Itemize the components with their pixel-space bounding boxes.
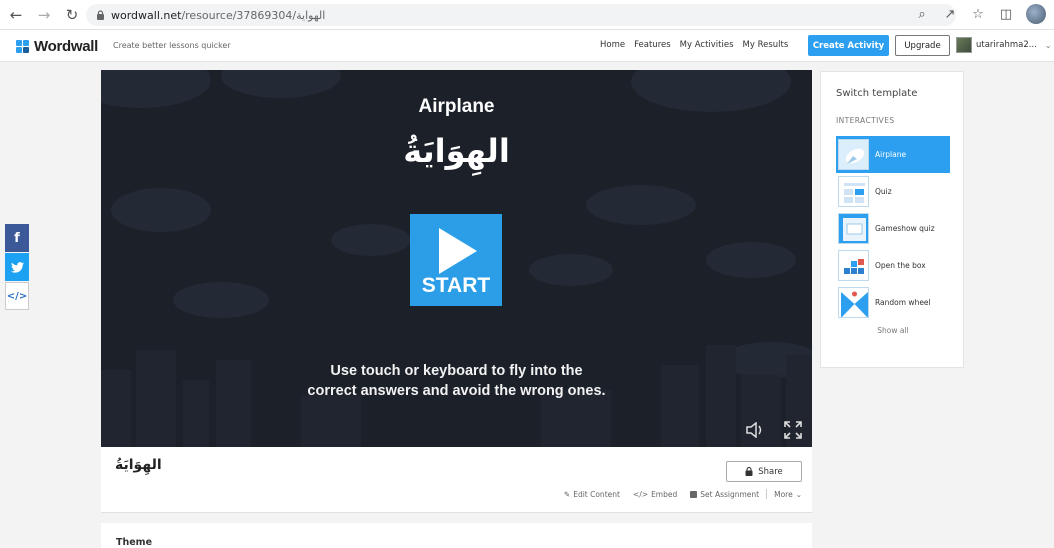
activity-actions: ✎ Edit Content </> Embed Set Assignment Mo… (564, 489, 802, 499)
start-label: START (421, 274, 491, 297)
theme-section: Theme (101, 523, 812, 548)
url-host: wordwall.net (111, 8, 182, 22)
twitter-share-button[interactable]: t (5, 253, 29, 281)
zoom-icon[interactable]: ⌕ (914, 6, 930, 22)
username: utarirahma2... (976, 40, 1037, 50)
main-nav: Home Features My Activities My Results (600, 40, 788, 50)
share-page-icon[interactable]: ↗ (942, 6, 958, 22)
upgrade-button[interactable]: Upgrade (895, 35, 950, 56)
theme-heading: Theme (116, 537, 153, 548)
template-label: Open the box (875, 261, 926, 270)
side-panel-icon[interactable]: ◫ (998, 6, 1014, 22)
activity-name: الهِوَايَةُ (115, 457, 162, 473)
facebook-share-button[interactable]: f (5, 224, 29, 252)
instruction-line-1: Use touch or keyboard to fly into the (330, 363, 583, 379)
edit-content-link[interactable]: ✎ Edit Content (564, 490, 620, 499)
nav-home[interactable]: Home (600, 40, 625, 50)
template-label: Random wheel (875, 298, 931, 307)
game-instruction: Use touch or keyboard to fly into the co… (101, 361, 812, 401)
site-header: Wordwall Create better lessons quicker H… (0, 30, 1054, 62)
embed-link[interactable]: </> Embed (633, 490, 677, 499)
user-menu[interactable]: utarirahma2... ⌄ (956, 37, 1052, 53)
chevron-down-icon: ⌄ (795, 489, 802, 499)
url-path: /resource/37869304/الهواية (181, 8, 326, 22)
share-label: Share (758, 466, 783, 477)
game-player[interactable]: Airplane الهِوَايَةُ START Use touch or … (101, 70, 812, 447)
game-title: Airplane (418, 96, 495, 117)
quiz-template-icon (838, 176, 869, 207)
tagline: Create better lessons quicker (113, 41, 231, 50)
pencil-icon: ✎ (563, 489, 571, 499)
back-arrow-icon[interactable]: ← (4, 3, 28, 27)
gameshow-template-icon (838, 213, 869, 244)
edit-content-label: Edit Content (573, 489, 620, 499)
switch-template-panel: Switch template INTERACTIVES Airplane Qu… (820, 71, 964, 368)
browser-toolbar: ← → ↻ wordwall.net/resource/37869304/اله… (0, 0, 1054, 30)
activity-info-bar: الهِوَايَةُ Share ✎ Edit Content </> Embed… (101, 447, 812, 513)
more-menu[interactable]: More ⌄ (774, 490, 802, 499)
wordwall-logo[interactable]: Wordwall (16, 38, 98, 55)
forward-arrow-icon[interactable]: → (32, 3, 56, 27)
more-label: More (774, 489, 793, 499)
template-gameshow-quiz[interactable]: Gameshow quiz (836, 210, 950, 247)
panel-subtitle: INTERACTIVES (836, 116, 895, 125)
template-random-wheel[interactable]: Random wheel (836, 284, 950, 321)
play-icon (439, 228, 477, 274)
game-arabic-title: الهِوَايَةُ (403, 132, 510, 170)
code-icon: </> (6, 290, 28, 302)
nav-features[interactable]: Features (634, 40, 671, 50)
share-button[interactable]: Share (726, 461, 802, 482)
set-assignment-label: Set Assignment (700, 489, 760, 499)
bookmark-star-icon[interactable]: ☆ (970, 6, 986, 22)
nav-my-results[interactable]: My Results (743, 40, 789, 50)
panel-title: Switch template (836, 88, 918, 99)
template-open-the-box[interactable]: Open the box (836, 247, 950, 284)
template-label: Quiz (875, 187, 892, 196)
lock-icon (97, 10, 104, 20)
browser-profile-avatar[interactable] (1026, 4, 1046, 24)
speaker-icon[interactable] (744, 419, 768, 441)
code-icon: </> (632, 489, 649, 499)
fullscreen-icon[interactable] (781, 419, 805, 441)
nav-my-activities[interactable]: My Activities (680, 40, 734, 50)
template-quiz[interactable]: Quiz (836, 173, 950, 210)
instruction-line-2: correct answers and avoid the wrong ones… (307, 383, 606, 399)
reload-icon[interactable]: ↻ (60, 3, 84, 27)
divider (766, 489, 768, 499)
create-activity-button[interactable]: Create Activity (808, 35, 889, 56)
embed-label: Embed (651, 489, 678, 499)
logo-text: Wordwall (34, 38, 98, 55)
start-button[interactable]: START (410, 214, 502, 306)
open-box-template-icon (838, 250, 869, 281)
chevron-down-icon: ⌄ (1044, 40, 1052, 50)
address-bar[interactable]: wordwall.net/resource/37869304/الهواية (86, 4, 956, 26)
template-label: Airplane (875, 150, 907, 159)
twitter-icon (10, 261, 24, 273)
user-avatar (956, 37, 972, 53)
embed-share-button[interactable]: </> (5, 282, 29, 310)
lock-icon (745, 467, 753, 476)
assignment-icon (690, 490, 698, 498)
wordwall-logo-icon (16, 39, 30, 54)
template-airplane[interactable]: Airplane (836, 136, 950, 173)
template-label: Gameshow quiz (875, 224, 935, 233)
facebook-icon: f (14, 230, 20, 246)
show-all-link[interactable]: Show all (821, 326, 965, 335)
airplane-template-icon (838, 139, 869, 170)
set-assignment-link[interactable]: Set Assignment (690, 490, 759, 499)
random-wheel-template-icon (838, 287, 869, 318)
